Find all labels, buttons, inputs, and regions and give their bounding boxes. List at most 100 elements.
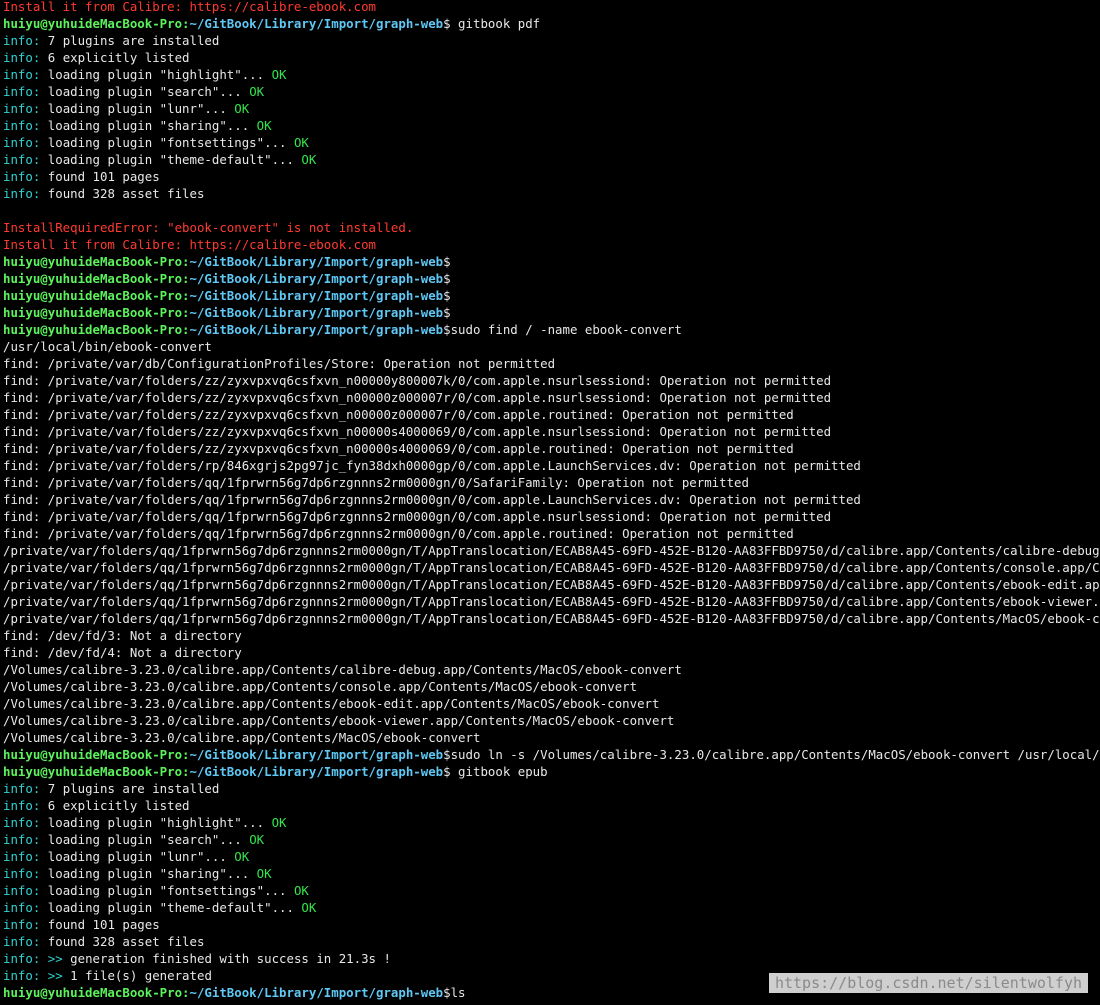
info-text: found 328 asset files [40, 186, 205, 201]
terminal-line: Install it from Calibre: https://calibre… [3, 236, 1100, 253]
output-text: find: /dev/fd/3: Not a directory [3, 628, 242, 643]
terminal-line: find: /private/var/folders/qq/1fprwrn56g… [3, 525, 1100, 542]
error-text: InstallRequiredError: "ebook-convert" is… [3, 220, 414, 235]
info-label: info: [3, 67, 41, 82]
terminal-line: find: /dev/fd/4: Not a directory [3, 644, 1100, 661]
prompt-path: ~/GitBook/Library/Import/graph-web [189, 305, 444, 320]
info-label: info: [3, 781, 41, 796]
info-text: loading plugin "search"... [40, 832, 250, 847]
terminal-window[interactable]: Install it from Calibre: https://calibre… [0, 0, 1100, 1005]
terminal-line: find: /private/var/folders/qq/1fprwrn56g… [3, 491, 1100, 508]
terminal-line: info: loading plugin "sharing"... OK [3, 865, 1100, 882]
ok-status: OK [301, 152, 317, 167]
prompt-user: huiyu@yuhuideMacBook-Pro: [3, 985, 190, 1000]
prompt-user: huiyu@yuhuideMacBook-Pro: [3, 764, 190, 779]
prompt-path: ~/GitBook/Library/Import/graph-web [189, 747, 444, 762]
arrow-marker: >> [47, 968, 63, 983]
prompt-user: huiyu@yuhuideMacBook-Pro: [3, 254, 190, 269]
terminal-line: info: 7 plugins are installed [3, 780, 1100, 797]
terminal-line: /private/var/folders/qq/1fprwrn56g7dp6rz… [3, 576, 1100, 593]
info-label: info: [3, 186, 41, 201]
ok-status: OK [234, 101, 250, 116]
terminal-line: /Volumes/calibre-3.23.0/calibre.app/Cont… [3, 712, 1100, 729]
info-text: 6 explicitly listed [40, 50, 190, 65]
terminal-line: info: loading plugin "lunr"... OK [3, 100, 1100, 117]
terminal-line: huiyu@yuhuideMacBook-Pro:~/GitBook/Libra… [3, 763, 1100, 780]
terminal-line: info: loading plugin "highlight"... OK [3, 814, 1100, 831]
info-text: loading plugin "sharing"... [40, 866, 257, 881]
output-text: find: /private/var/folders/zz/zyxvpxvq6c… [3, 441, 794, 456]
prompt-path: ~/GitBook/Library/Import/graph-web [189, 254, 444, 269]
ok-status: OK [234, 849, 250, 864]
info-text: loading plugin "highlight"... [40, 815, 272, 830]
terminal-line: huiyu@yuhuideMacBook-Pro:~/GitBook/Libra… [3, 253, 1100, 270]
terminal-line: info: loading plugin "theme-default"... … [3, 899, 1100, 916]
prompt-command: $ [443, 288, 451, 303]
info-text: loading plugin "sharing"... [40, 118, 257, 133]
info-text: 6 explicitly listed [40, 798, 190, 813]
ok-status: OK [293, 883, 309, 898]
info-label: info: [3, 849, 41, 864]
output-text: find: /private/var/folders/qq/1fprwrn56g… [3, 509, 832, 524]
output-text: find: /private/var/folders/zz/zyxvpxvq6c… [3, 407, 794, 422]
terminal-line: huiyu@yuhuideMacBook-Pro:~/GitBook/Libra… [3, 321, 1100, 338]
prompt-path: ~/GitBook/Library/Import/graph-web [189, 16, 444, 31]
output-text: /private/var/folders/qq/1fprwrn56g7dp6rz… [3, 560, 1100, 575]
info-label: info: [3, 169, 41, 184]
prompt-command: $ [443, 305, 451, 320]
ok-status: OK [271, 67, 287, 82]
info-text: found 101 pages [40, 917, 160, 932]
info-label: info: [3, 101, 41, 116]
terminal-line: /private/var/folders/qq/1fprwrn56g7dp6rz… [3, 559, 1100, 576]
ok-status: OK [249, 84, 265, 99]
ok-status: OK [271, 815, 287, 830]
info-text: loading plugin "theme-default"... [40, 152, 302, 167]
error-text: Install it from Calibre: https://calibre… [3, 237, 376, 252]
terminal-line: find: /private/var/folders/zz/zyxvpxvq6c… [3, 372, 1100, 389]
terminal-line: /private/var/folders/qq/1fprwrn56g7dp6rz… [3, 593, 1100, 610]
info-label: info: [3, 135, 41, 150]
prompt-command: $ [443, 271, 451, 286]
prompt-command: $sudo ln -s /Volumes/calibre-3.23.0/cali… [443, 747, 1100, 762]
ok-status: OK [249, 832, 265, 847]
info-text: loading plugin "highlight"... [40, 67, 272, 82]
terminal-line: Install it from Calibre: https://calibre… [3, 0, 1100, 15]
terminal-line: find: /private/var/folders/zz/zyxvpxvq6c… [3, 406, 1100, 423]
output-text: find: /private/var/folders/zz/zyxvpxvq6c… [3, 390, 832, 405]
info-label: info: [3, 118, 41, 133]
terminal-line: find: /dev/fd/3: Not a directory [3, 627, 1100, 644]
info-label: info: [3, 883, 41, 898]
terminal-line: find: /private/var/folders/zz/zyxvpxvq6c… [3, 389, 1100, 406]
terminal-line: find: /private/var/folders/zz/zyxvpxvq6c… [3, 440, 1100, 457]
prompt-path: ~/GitBook/Library/Import/graph-web [189, 985, 444, 1000]
terminal-line: find: /private/var/folders/qq/1fprwrn56g… [3, 508, 1100, 525]
terminal-line: find: /private/var/folders/rp/846xgrjs2p… [3, 457, 1100, 474]
output-text: find: /private/var/folders/zz/zyxvpxvq6c… [3, 373, 832, 388]
output-text: find: /dev/fd/4: Not a directory [3, 645, 242, 660]
output-text: /private/var/folders/qq/1fprwrn56g7dp6rz… [3, 611, 1100, 626]
prompt-command: $ [443, 254, 451, 269]
terminal-line: /Volumes/calibre-3.23.0/calibre.app/Cont… [3, 661, 1100, 678]
prompt-user: huiyu@yuhuideMacBook-Pro: [3, 271, 190, 286]
terminal-line: find: /private/var/db/ConfigurationProfi… [3, 355, 1100, 372]
prompt-user: huiyu@yuhuideMacBook-Pro: [3, 322, 190, 337]
terminal-line: huiyu@yuhuideMacBook-Pro:~/GitBook/Libra… [3, 287, 1100, 304]
arrow-marker: >> [47, 951, 63, 966]
ok-status: OK [256, 118, 272, 133]
terminal-line: info: loading plugin "highlight"... OK [3, 66, 1100, 83]
terminal-line: /usr/local/bin/ebook-convert [3, 338, 1100, 355]
terminal-line: info: found 328 asset files [3, 933, 1100, 950]
info-text: found 328 asset files [40, 934, 205, 949]
info-label: info: [3, 815, 41, 830]
prompt-path: ~/GitBook/Library/Import/graph-web [189, 288, 444, 303]
terminal-line: info: 6 explicitly listed [3, 797, 1100, 814]
info-text: loading plugin "lunr"... [40, 101, 235, 116]
output-text: find: /private/var/folders/rp/846xgrjs2p… [3, 458, 861, 473]
terminal-line: huiyu@yuhuideMacBook-Pro:~/GitBook/Libra… [3, 15, 1100, 32]
info-label: info: [3, 900, 41, 915]
info-text: loading plugin "fontsettings"... [40, 883, 294, 898]
info-label: info: [3, 917, 41, 932]
info-label: info: [3, 866, 41, 881]
output-text: /Volumes/calibre-3.23.0/calibre.app/Cont… [3, 730, 481, 745]
prompt-user: huiyu@yuhuideMacBook-Pro: [3, 288, 190, 303]
